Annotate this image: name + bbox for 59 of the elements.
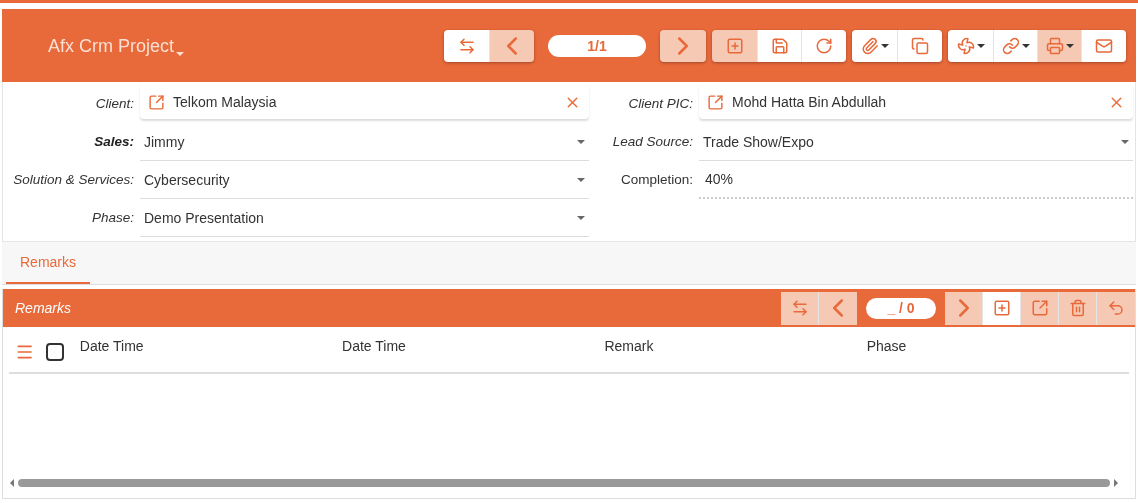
save-button[interactable] [758, 29, 802, 62]
fan-button[interactable] [948, 29, 994, 62]
caret-icon [577, 215, 585, 220]
select-field[interactable]: Trade Show/Expo [699, 123, 1133, 161]
undo-icon [1107, 299, 1125, 317]
chevron-left-icon [507, 36, 517, 55]
column-header[interactable]: Date Time [79, 335, 343, 356]
field-label: Lead Source: [611, 133, 694, 151]
swap-button[interactable] [444, 29, 490, 62]
caret-icon [577, 177, 585, 182]
select-field[interactable]: Jimmy [140, 123, 589, 161]
caret-icon [176, 51, 185, 56]
input-field[interactable]: 40% [699, 161, 1133, 199]
refresh-icon [815, 36, 833, 55]
lookup-field[interactable]: Telkom Malaysia [140, 85, 589, 120]
column-header[interactable]: Remark [604, 335, 867, 356]
mail-icon [1095, 36, 1113, 55]
chevron-right-icon [958, 299, 969, 317]
select-field[interactable]: Demo Presentation [140, 199, 589, 237]
lookup-field[interactable]: Mohd Hatta Bin Abdullah [699, 85, 1133, 120]
swap-arrows-icon [790, 299, 809, 317]
field-label: Completion: [619, 171, 694, 189]
field-label: Phase: [90, 209, 135, 227]
external-link-icon [1030, 299, 1049, 317]
caret-icon [976, 43, 985, 48]
column-header[interactable]: Phase [866, 335, 1129, 356]
panel-title: Remarks [15, 299, 71, 318]
column-header[interactable]: Date Time [342, 335, 605, 356]
fan-icon [956, 36, 975, 55]
field-label: Client PIC: [627, 95, 694, 113]
horizontal-scrollbar[interactable] [10, 479, 1118, 487]
caret-icon [1021, 43, 1030, 48]
caret-icon [1121, 139, 1129, 144]
select-all-checkbox[interactable] [46, 342, 64, 361]
caret-icon [880, 43, 889, 48]
field-label: Client: [94, 95, 135, 113]
add-button[interactable] [983, 291, 1021, 325]
printer-icon [1045, 36, 1064, 55]
attach-button[interactable] [852, 29, 898, 62]
plus-square-icon [725, 36, 744, 55]
external-link-icon [148, 93, 165, 111]
mail-button[interactable] [1082, 29, 1126, 62]
plus-square-icon [992, 299, 1011, 317]
trash-icon [1068, 299, 1087, 317]
caret-icon [577, 139, 585, 144]
copy-button[interactable] [898, 29, 942, 62]
caret-icon [1065, 43, 1074, 48]
chevron-right-icon [678, 36, 688, 55]
link-icon [1001, 36, 1020, 55]
field-label: Solution & Services: [12, 171, 135, 189]
field-label: Sales: [93, 133, 135, 151]
swap-arrows-icon [457, 36, 476, 55]
copy-icon [911, 36, 929, 55]
paperclip-icon [860, 36, 879, 55]
select-field[interactable]: Cybersecurity [140, 161, 589, 199]
refresh-button[interactable] [802, 29, 846, 62]
external-link-icon [707, 93, 724, 111]
link-button[interactable] [994, 29, 1038, 62]
chevron-left-icon [833, 299, 843, 317]
